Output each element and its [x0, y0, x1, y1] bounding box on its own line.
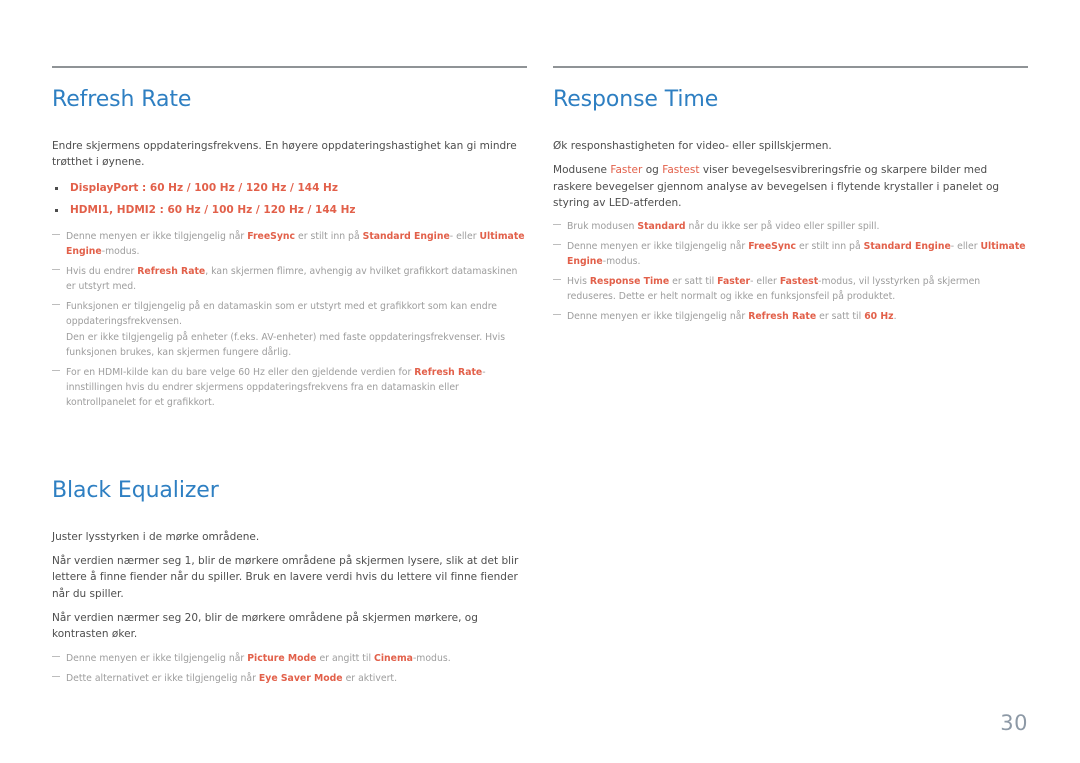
highlighted-term: Eye Saver Mode — [258, 672, 343, 684]
note-item: Hvis Response Time er satt til Faster- e… — [553, 274, 1028, 304]
body-paragraph: Øk responshastigheten for video- eller s… — [553, 138, 1028, 154]
note-list: Denne menyen er ikke tilgjengelig når Pi… — [52, 651, 527, 686]
note-item: Funksjonen er tilgjengelig på en datamas… — [52, 299, 527, 359]
text-run: Dette alternativet er ikke tilgjengelig … — [66, 672, 259, 684]
body-paragraph: Juster lysstyrken i de mørke områdene. — [52, 530, 260, 543]
note-item: Denne menyen er ikke tilgjengelig når Fr… — [52, 229, 527, 259]
text-run: . — [893, 311, 897, 323]
highlighted-term: Standard Engine — [863, 241, 951, 253]
text-run: er angitt til — [316, 652, 375, 664]
document-page: Refresh Rate Endre skjermens oppdaterings… — [0, 0, 1080, 763]
note-item: Denne menyen er ikke tilgjengelig når Pi… — [52, 651, 527, 666]
section-intro-paragraph: Endre skjermens oppdateringsfrekvens. En… — [52, 140, 517, 169]
highlighted-term: Response Time — [589, 276, 670, 288]
text-run: For en HDMI-kilde kan du bare velge 60 H… — [66, 366, 415, 378]
text-run: Hvis du endrer — [66, 266, 138, 278]
text-run: er aktivert. — [342, 672, 398, 684]
section-heading: Refresh Rate — [52, 87, 192, 112]
text-run: Denne menyen er ikke tilgjengelig når — [567, 311, 749, 323]
text-run: er satt til — [669, 276, 718, 288]
text-run: Bruk modusen — [567, 221, 638, 233]
body-paragraph: Når verdien nærmer seg 1, blir de mørker… — [52, 555, 519, 600]
text-run: Denne menyen er ikke tilgjengelig når — [567, 241, 749, 253]
bullet-list: DisplayPort : 60 Hz / 100 Hz / 120 Hz / … — [52, 181, 527, 220]
text-run: Modusene — [553, 164, 611, 177]
highlighted-term: Refresh Rate — [414, 366, 483, 378]
text-run: Denne menyen er ikke tilgjengelig når — [66, 231, 248, 243]
text-run: Øk responshastigheten for video- eller s… — [553, 140, 832, 153]
text-run: -modus. — [101, 246, 140, 258]
section-heading: Black Equalizer — [52, 477, 219, 503]
note-item: Denne menyen er ikke tilgjengelig når Re… — [553, 309, 1028, 324]
note-item: For en HDMI-kilde kan du bare velge 60 H… — [52, 365, 527, 410]
highlighted-term: FreeSync — [247, 231, 296, 243]
text-run: og — [642, 164, 663, 177]
bullet-item: HDMI1, HDMI2 : 60 Hz / 100 Hz / 120 Hz /… — [52, 203, 527, 219]
note-item: Denne menyen er ikke tilgjengelig når Fr… — [553, 239, 1028, 269]
highlighted-term: Faster — [717, 276, 751, 288]
highlighted-term: Refresh Rate — [748, 311, 817, 323]
highlighted-term: FreeSync — [748, 241, 797, 253]
text-run: er stilt inn på — [796, 241, 864, 253]
highlighted-term: Fastest — [779, 276, 819, 288]
highlighted-term: Cinema — [374, 652, 413, 664]
text-run: - eller — [950, 241, 981, 253]
text-run: er stilt inn på — [295, 231, 363, 243]
left-column: Refresh Rate Endre skjermens oppdaterings… — [52, 66, 527, 691]
text-run: Hvis — [567, 276, 590, 288]
highlighted-term: Standard Engine — [362, 231, 450, 243]
note-item: Dette alternativet er ikke tilgjengelig … — [52, 671, 527, 686]
page-number: 30 — [1000, 711, 1028, 735]
highlighted-term: Faster — [610, 164, 643, 177]
text-run: -modus. — [412, 652, 451, 664]
section-rule — [553, 66, 1028, 68]
note-list: Denne menyen er ikke tilgjengelig når Fr… — [52, 229, 527, 410]
highlighted-term: Picture Mode — [247, 652, 317, 664]
text-run: når du ikke ser på video eller spiller s… — [685, 221, 880, 233]
text-run: er satt til — [816, 311, 865, 323]
section-rule — [52, 66, 527, 68]
highlighted-term: 60 Hz — [864, 311, 894, 323]
text-run: Funksjonen er tilgjengelig på en datamas… — [66, 301, 498, 328]
body-paragraph: Når verdien nærmer seg 20, blir de mørke… — [52, 611, 478, 641]
bullet-item: DisplayPort : 60 Hz / 100 Hz / 120 Hz / … — [52, 181, 527, 197]
highlighted-term: Standard — [637, 221, 686, 233]
text-run: Denne menyen er ikke tilgjengelig når — [66, 652, 248, 664]
text-run: - eller — [750, 276, 780, 288]
right-column: Response Time Øk responshastigheten for v… — [553, 66, 1028, 691]
highlighted-term: Refresh Rate — [137, 266, 206, 278]
two-column-layout: Refresh Rate Endre skjermens oppdaterings… — [52, 66, 1028, 691]
body-paragraph: Modusene Faster og Fastest viser bevegel… — [553, 162, 1028, 211]
text-run: -modus. — [602, 256, 641, 268]
text-run: - eller — [449, 231, 480, 243]
highlighted-term: Fastest — [662, 164, 700, 177]
note-item: Bruk modusen Standard når du ikke ser på… — [553, 219, 1028, 234]
note-item: Hvis du endrer Refresh Rate, kan skjerme… — [52, 264, 527, 294]
text-run: Den er ikke tilgjengelig på enheter (f.e… — [66, 331, 506, 358]
note-list: Bruk modusen Standard når du ikke ser på… — [553, 219, 1028, 324]
section-heading: Response Time — [553, 87, 719, 112]
